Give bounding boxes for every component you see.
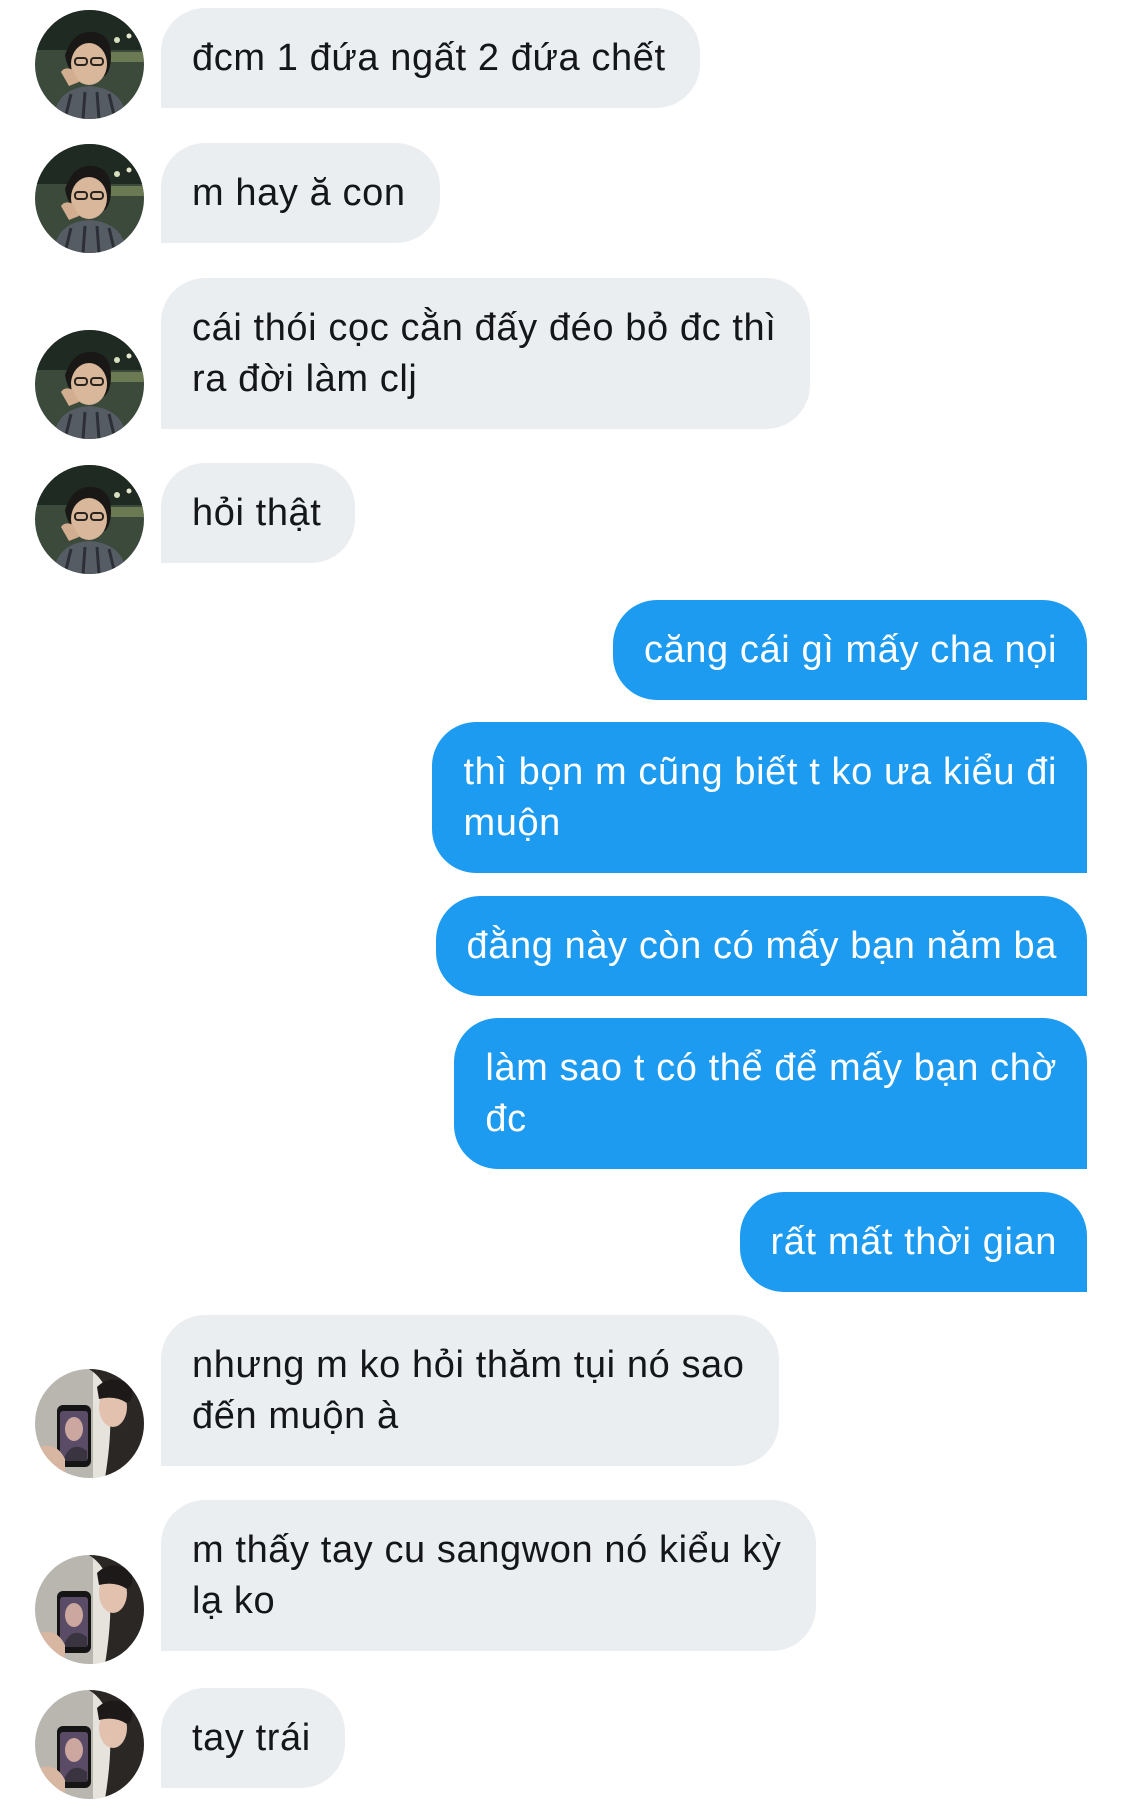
contact-avatar[interactable] <box>35 330 144 439</box>
outgoing-message-bubble[interactable]: đằng này còn có mấy bạn năm ba <box>435 896 1087 996</box>
incoming-message-bubble[interactable]: m thấy tay cu sangwon nó kiểu kỳ lạ ko <box>161 1500 816 1651</box>
contact-avatar[interactable] <box>35 1555 144 1664</box>
incoming-message-bubble[interactable]: cái thói cọc cằn đấy đéo bỏ đc thì ra đờ… <box>161 278 811 429</box>
incoming-message-bubble[interactable]: đcm 1 đứa ngất 2 đứa chết <box>161 8 700 108</box>
outgoing-message-bubble[interactable]: làm sao t có thể để mấy bạn chờ đc <box>454 1018 1087 1169</box>
contact-avatar[interactable] <box>35 1690 144 1799</box>
chat-thread: đcm 1 đứa ngất 2 đứa chết m hay ă con cá… <box>0 0 1125 1811</box>
incoming-message-bubble[interactable]: nhưng m ko hỏi thăm tụi nó sao đến muộn … <box>161 1315 779 1466</box>
contact-avatar[interactable] <box>35 1369 144 1478</box>
outgoing-message-bubble[interactable]: căng cái gì mấy cha nọi <box>612 600 1087 700</box>
outgoing-message-bubble[interactable]: rất mất thời gian <box>739 1192 1087 1292</box>
incoming-message-bubble[interactable]: hỏi thật <box>161 463 356 563</box>
outgoing-message-bubble[interactable]: thì bọn m cũng biết t ko ưa kiểu đi muộn <box>432 722 1087 873</box>
contact-avatar[interactable] <box>35 465 144 574</box>
incoming-message-bubble[interactable]: tay trái <box>161 1688 345 1788</box>
incoming-message-bubble[interactable]: m hay ă con <box>161 143 440 243</box>
contact-avatar[interactable] <box>35 144 144 253</box>
contact-avatar[interactable] <box>35 10 144 119</box>
